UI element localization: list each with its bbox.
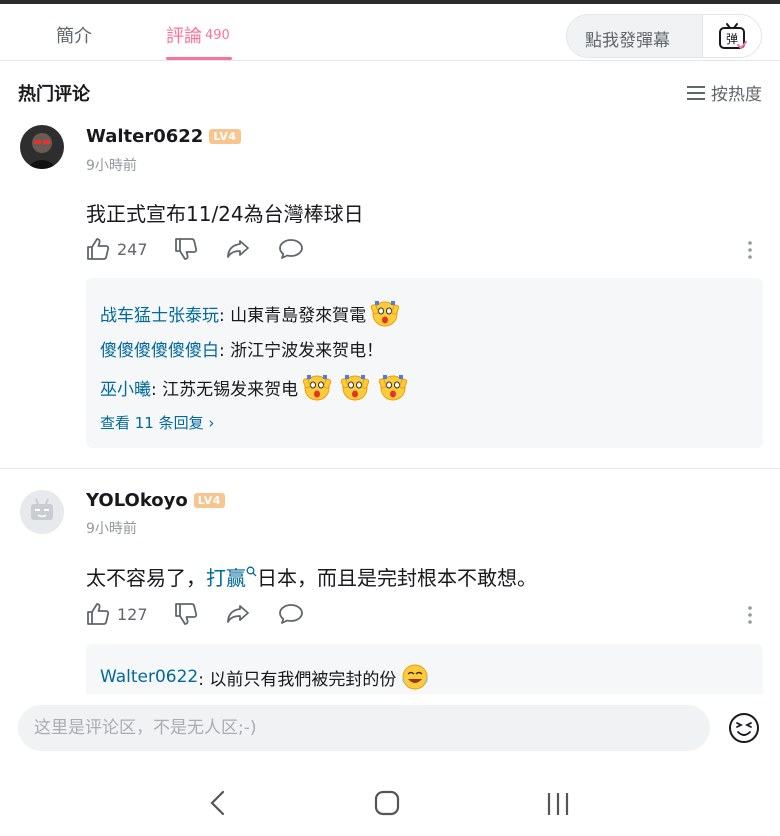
system-nav-bar xyxy=(0,770,780,836)
nav-back-button[interactable] xyxy=(208,790,228,820)
reply-item[interactable]: 巫小曦 : 江苏无锡发来贺电 xyxy=(100,372,408,402)
shocked-emoji-icon xyxy=(370,301,400,327)
reply-item[interactable]: Walter0622 : 以前只有我們被完封的份 xyxy=(100,662,430,692)
home-icon xyxy=(374,790,400,816)
comment-actions: 127 xyxy=(86,602,766,632)
recent-apps-icon xyxy=(547,793,569,815)
default-avatar-icon xyxy=(20,490,64,534)
tab-active-indicator xyxy=(166,57,232,60)
reply-author[interactable]: 傻傻傻傻傻傻白 xyxy=(100,336,219,361)
share-icon xyxy=(227,240,249,258)
divider xyxy=(0,468,780,469)
avatar[interactable] xyxy=(20,490,64,534)
share-button[interactable] xyxy=(226,602,250,626)
search-keyword-link[interactable]: 打赢 xyxy=(206,566,257,590)
tab-comments[interactable]: 評論 490 xyxy=(166,22,230,48)
more-icon xyxy=(748,241,752,259)
username[interactable]: YOLOkoyo LV4 xyxy=(86,490,225,511)
username[interactable]: Walter0622 LV4 xyxy=(86,126,241,147)
reply-author[interactable]: Walter0622 xyxy=(100,667,198,687)
section-title: 热门评论 xyxy=(18,84,90,105)
more-icon xyxy=(748,606,752,624)
thumb-down-icon xyxy=(175,238,198,260)
back-icon xyxy=(210,790,225,816)
laughing-crying-emoji-icon xyxy=(402,664,429,690)
reply-preview: 战车猛士张泰玩 : 山東青島發來賀電 傻傻傻傻傻傻白 : 浙江宁波发来贺电！ 巫… xyxy=(86,278,763,448)
level-badge: LV4 xyxy=(193,493,225,508)
comment-icon xyxy=(279,604,303,624)
reply-button[interactable] xyxy=(278,602,304,626)
tab-intro[interactable]: 簡介 xyxy=(56,22,92,48)
view-more-replies[interactable]: 查看 11 条回复 › xyxy=(100,412,214,433)
like-count: 127 xyxy=(117,604,148,624)
dislike-button[interactable] xyxy=(174,237,198,261)
reply-author[interactable]: 巫小曦 xyxy=(100,375,151,400)
reply-author[interactable]: 战车猛士张泰玩 xyxy=(100,301,219,326)
reply-text: : 浙江宁波发来贺电！ xyxy=(219,341,384,361)
reply-text: : 江苏无锡发来贺电 xyxy=(151,379,299,400)
reply-text: : 以前只有我們被完封的份 xyxy=(198,669,397,690)
comment-text: 太不容易了，打赢 日本，而且是完封根本不敢想。 xyxy=(86,566,537,590)
comment-text: 我正式宣布11/24為台灣棒球日 xyxy=(86,202,364,226)
like-button[interactable]: 247 xyxy=(86,237,148,261)
nav-home-button[interactable] xyxy=(374,790,400,820)
shocked-emoji-icon xyxy=(340,375,370,401)
shocked-emoji-icon xyxy=(302,375,332,401)
danmaku-toggle-button[interactable]: 弹 xyxy=(702,15,761,57)
like-count: 247 xyxy=(117,239,148,259)
svg-text:弹: 弹 xyxy=(726,32,738,46)
timestamp: 9小時前 xyxy=(86,521,137,537)
thumb-up-icon xyxy=(87,603,110,625)
timestamp: 9小時前 xyxy=(86,158,137,174)
reply-button[interactable] xyxy=(278,237,304,261)
tv-icon: 弹 xyxy=(719,23,747,50)
comment-icon xyxy=(279,239,303,259)
share-icon xyxy=(227,605,249,623)
danmaku-input[interactable]: 點我發彈幕 弹 xyxy=(566,14,762,58)
comment-count: 490 xyxy=(205,28,230,43)
nav-recent-apps-button[interactable] xyxy=(546,792,570,820)
avatar-image xyxy=(20,125,64,169)
like-button[interactable]: 127 xyxy=(86,602,148,626)
search-icon xyxy=(246,566,257,577)
emoji-button[interactable] xyxy=(728,712,760,748)
shocked-emoji-icon xyxy=(378,375,408,401)
avatar[interactable] xyxy=(20,125,64,169)
reply-item[interactable]: 傻傻傻傻傻傻白 : 浙江宁波发来贺电！ xyxy=(100,336,383,361)
more-button[interactable] xyxy=(748,606,752,628)
comment-actions: 247 xyxy=(86,237,766,267)
tab-bar: 簡介 評論 490 點我發彈幕 弹 xyxy=(0,4,780,61)
share-button[interactable] xyxy=(226,237,250,261)
emoji-icon xyxy=(729,713,759,743)
thumb-down-icon xyxy=(175,603,198,625)
sort-button[interactable]: 按热度 xyxy=(687,80,762,105)
thumb-up-icon xyxy=(87,238,110,260)
sort-icon xyxy=(687,85,705,100)
more-button[interactable] xyxy=(748,241,752,263)
reply-item[interactable]: 战车猛士张泰玩 : 山東青島發來賀電 xyxy=(100,298,400,328)
reply-text: : 山東青島發來賀電 xyxy=(219,305,367,326)
level-badge: LV4 xyxy=(209,129,241,144)
danmaku-placeholder: 點我發彈幕 xyxy=(585,31,670,51)
tab-comments-label: 評論 xyxy=(166,26,202,47)
reply-preview: Walter0622 : 以前只有我們被完封的份 xyxy=(86,644,763,694)
comment-input[interactable] xyxy=(18,705,710,751)
sort-label: 按热度 xyxy=(711,85,762,105)
dislike-button[interactable] xyxy=(174,602,198,626)
